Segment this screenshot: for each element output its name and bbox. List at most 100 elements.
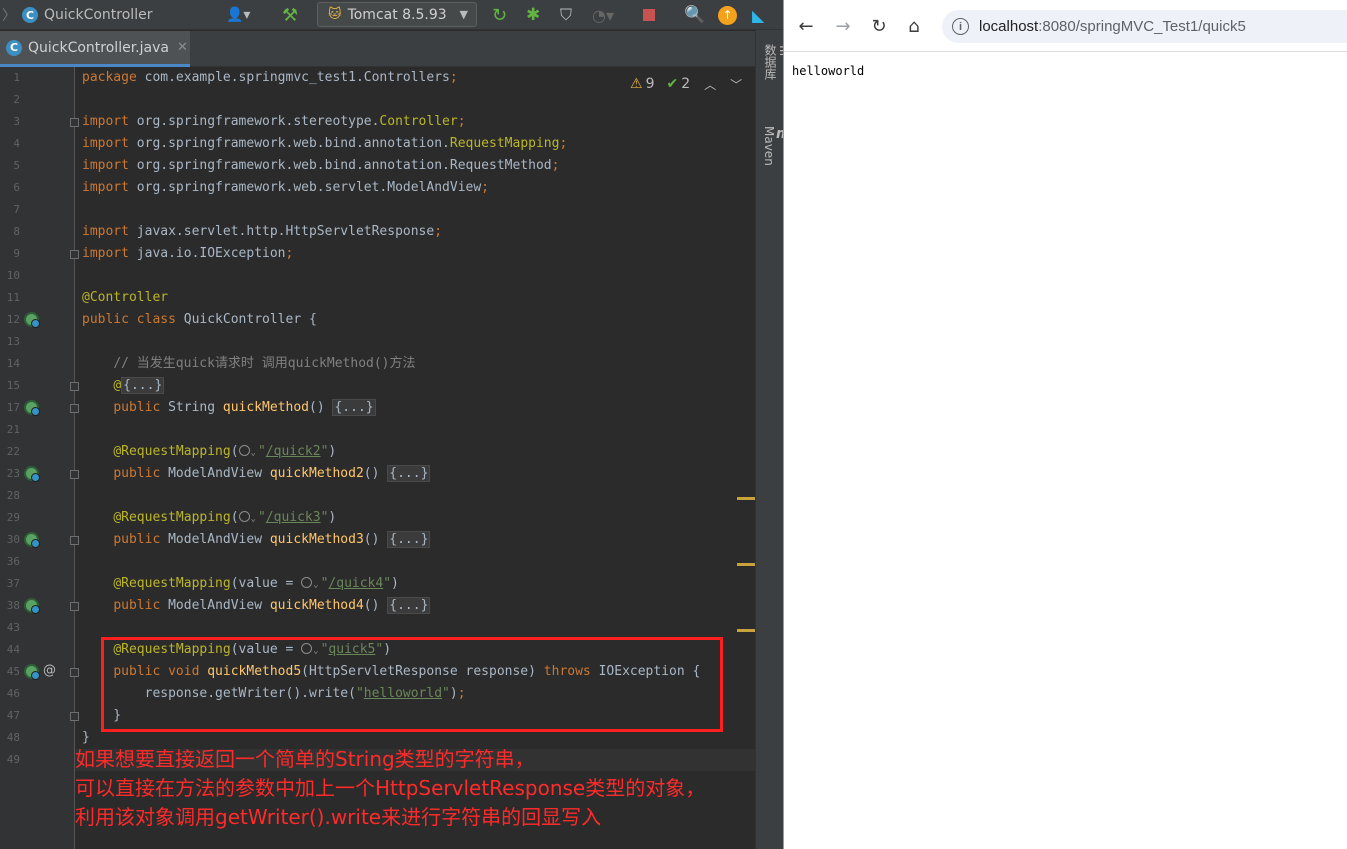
line-number[interactable]: 2 xyxy=(0,93,20,106)
line-number[interactable]: 23 xyxy=(0,467,20,480)
previous-highlight-icon[interactable]: ︿ xyxy=(704,76,716,93)
code-line[interactable]: public String quickMethod() {...} xyxy=(82,397,376,419)
code-line[interactable]: @Controller xyxy=(82,287,168,309)
line-number[interactable]: 11 xyxy=(0,291,20,304)
fold-toggle-icon[interactable] xyxy=(70,118,79,127)
fold-toggle-icon[interactable] xyxy=(70,602,79,611)
code-line[interactable]: public ModelAndView quickMethod2() {...} xyxy=(82,463,431,485)
code-line[interactable]: public ModelAndView quickMethod3() {...} xyxy=(82,529,431,551)
fold-toggle-icon[interactable] xyxy=(70,470,79,479)
line-number[interactable]: 9 xyxy=(0,247,20,260)
tab-quickcontroller-java[interactable]: C QuickController.java ✕ xyxy=(0,31,190,67)
spring-bean-icon[interactable] xyxy=(24,400,40,416)
close-icon[interactable]: ✕ xyxy=(177,40,188,55)
spring-bean-icon[interactable] xyxy=(24,598,40,614)
jetbrains-logo-icon[interactable]: ◣ xyxy=(752,0,764,30)
line-number[interactable]: 8 xyxy=(0,225,20,238)
user-icon[interactable]: 👤▾ xyxy=(226,0,250,30)
line-number[interactable]: 43 xyxy=(0,621,20,634)
spring-bean-icon[interactable] xyxy=(24,466,40,482)
fold-toggle-icon[interactable] xyxy=(70,404,79,413)
warning-mark[interactable] xyxy=(737,497,755,500)
folded-region[interactable]: {...} xyxy=(387,597,431,614)
spring-bean-icon[interactable] xyxy=(24,312,40,328)
line-number[interactable]: 7 xyxy=(0,203,20,216)
web-endpoint-icon[interactable] xyxy=(301,577,313,588)
code-line[interactable]: public class QuickController { xyxy=(82,309,317,331)
code-line[interactable]: package com.example.springmvc_test1.Cont… xyxy=(82,67,458,89)
fold-toggle-icon[interactable] xyxy=(70,668,79,677)
line-number[interactable]: 38 xyxy=(0,599,20,612)
folded-region[interactable]: {...} xyxy=(387,531,431,548)
line-number[interactable]: 15 xyxy=(0,379,20,392)
line-number[interactable]: 29 xyxy=(0,511,20,524)
warning-mark[interactable] xyxy=(737,563,755,566)
reload-icon[interactable]: ↻ xyxy=(865,12,893,40)
coverage-icon[interactable]: ⛉ xyxy=(560,0,572,30)
chevron-down-icon[interactable]: ⌄ xyxy=(251,448,256,458)
line-number[interactable]: 5 xyxy=(0,159,20,172)
chevron-down-icon[interactable]: ⌄ xyxy=(313,580,318,590)
line-number[interactable]: 47 xyxy=(0,709,20,722)
code-line[interactable]: import org.springframework.web.bind.anno… xyxy=(82,155,559,177)
build-hammer-icon[interactable]: ⚒ xyxy=(282,0,298,30)
code-line[interactable]: // 当发生quick请求时 调用quickMethod()方法 xyxy=(82,353,415,375)
line-number[interactable]: 3 xyxy=(0,115,20,128)
code-line[interactable]: import javax.servlet.http.HttpServletRes… xyxy=(82,221,442,243)
site-info-icon[interactable]: i xyxy=(952,18,969,35)
line-number[interactable]: 48 xyxy=(0,731,20,744)
code-line[interactable]: import java.io.IOException; xyxy=(82,243,293,265)
line-number[interactable]: 30 xyxy=(0,533,20,546)
line-number[interactable]: 6 xyxy=(0,181,20,194)
update-button[interactable]: ↑ xyxy=(718,0,737,30)
line-number[interactable]: 17 xyxy=(0,401,20,414)
line-number[interactable]: 46 xyxy=(0,687,20,700)
home-icon[interactable]: ⌂ xyxy=(900,12,928,40)
profile-icon[interactable]: ◔▾ xyxy=(592,0,614,30)
debug-icon[interactable]: ✱ xyxy=(526,0,540,30)
code-line[interactable]: @RequestMapping(⌄ "/quick3") xyxy=(82,507,336,529)
fold-toggle-icon[interactable] xyxy=(70,382,79,391)
annotation-marker-icon[interactable]: @ xyxy=(43,663,56,678)
search-icon[interactable]: 🔍 xyxy=(684,0,705,30)
folded-region[interactable]: {...} xyxy=(121,377,165,394)
line-number[interactable]: 28 xyxy=(0,489,20,502)
line-number[interactable]: 4 xyxy=(0,137,20,150)
folded-region[interactable]: {...} xyxy=(387,465,431,482)
line-number[interactable]: 14 xyxy=(0,357,20,370)
line-number[interactable]: 45 xyxy=(0,665,20,678)
forward-arrow-icon[interactable]: → xyxy=(829,12,857,40)
fold-toggle-icon[interactable] xyxy=(70,536,79,545)
spring-bean-icon[interactable] xyxy=(24,532,40,548)
folded-region[interactable]: {...} xyxy=(332,399,376,416)
line-number[interactable]: 12 xyxy=(0,313,20,326)
back-arrow-icon[interactable]: ← xyxy=(792,12,820,40)
code-line[interactable]: import org.springframework.web.bind.anno… xyxy=(82,133,567,155)
code-line[interactable]: public ModelAndView quickMethod4() {...} xyxy=(82,595,431,617)
code-line[interactable]: @ {...} xyxy=(82,375,165,397)
warning-mark[interactable] xyxy=(737,629,755,632)
run-config-selector[interactable]: 🐱 Tomcat 8.5.93 ▼ xyxy=(317,2,477,27)
code-line[interactable]: import org.springframework.web.servlet.M… xyxy=(82,177,489,199)
line-number[interactable]: 22 xyxy=(0,445,20,458)
web-endpoint-icon[interactable] xyxy=(238,511,250,522)
address-bar[interactable]: i localhost:8080/springMVC_Test1/quick5 xyxy=(942,10,1347,43)
web-endpoint-icon[interactable] xyxy=(238,445,250,456)
code-line[interactable]: @RequestMapping(⌄ "/quick2") xyxy=(82,441,336,463)
line-number[interactable]: 44 xyxy=(0,643,20,656)
line-number[interactable]: 37 xyxy=(0,577,20,590)
spring-bean-icon[interactable] xyxy=(24,664,40,680)
chevron-down-icon[interactable]: ⌄ xyxy=(251,514,256,524)
code-line[interactable]: @RequestMapping(value = ⌄ "/quick4") xyxy=(82,573,399,595)
breadcrumb[interactable]: 〉 C QuickController xyxy=(2,0,152,30)
line-number[interactable]: 36 xyxy=(0,555,20,568)
line-number[interactable]: 1 xyxy=(0,71,20,84)
code-line[interactable]: import org.springframework.stereotype.Co… xyxy=(82,111,466,133)
rerun-icon[interactable]: ↻ xyxy=(492,0,507,30)
inspection-widget[interactable]: ⚠ 9 ✔ 2 ︿ ﹀ xyxy=(630,73,742,95)
line-number[interactable]: 10 xyxy=(0,269,20,282)
line-number[interactable]: 49 xyxy=(0,753,20,766)
line-number[interactable]: 13 xyxy=(0,335,20,348)
line-number[interactable]: 21 xyxy=(0,423,20,436)
fold-toggle-icon[interactable] xyxy=(70,250,79,259)
